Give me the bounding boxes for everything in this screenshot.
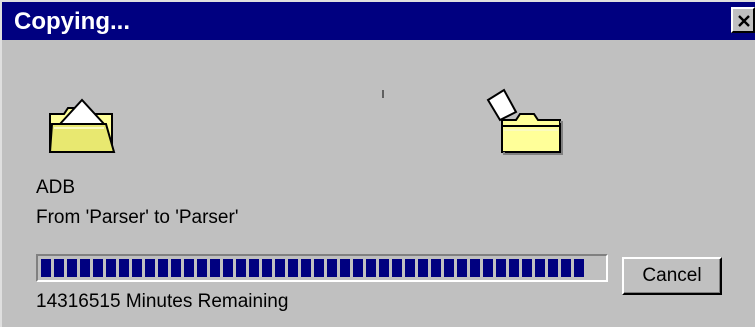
cancel-button[interactable]: Cancel — [622, 257, 722, 295]
close-icon — [738, 15, 750, 27]
copy-progress-bar — [36, 254, 608, 282]
window-title: Copying... — [14, 8, 130, 35]
destination-folder-icon — [484, 88, 566, 161]
title-bar[interactable]: Copying... — [2, 2, 755, 40]
current-file-name: ADB — [36, 177, 76, 198]
animation-tick — [382, 90, 384, 98]
from-to-label: From 'Parser' to 'Parser' — [36, 207, 239, 228]
copy-dialog: Copying... ADB From 'Parser' to 'Parser'… — [0, 0, 755, 327]
source-folder-icon — [46, 94, 118, 161]
progress-fill — [41, 259, 584, 277]
close-button[interactable] — [731, 7, 755, 33]
time-remaining-label: 14316515 Minutes Remaining — [36, 291, 289, 312]
